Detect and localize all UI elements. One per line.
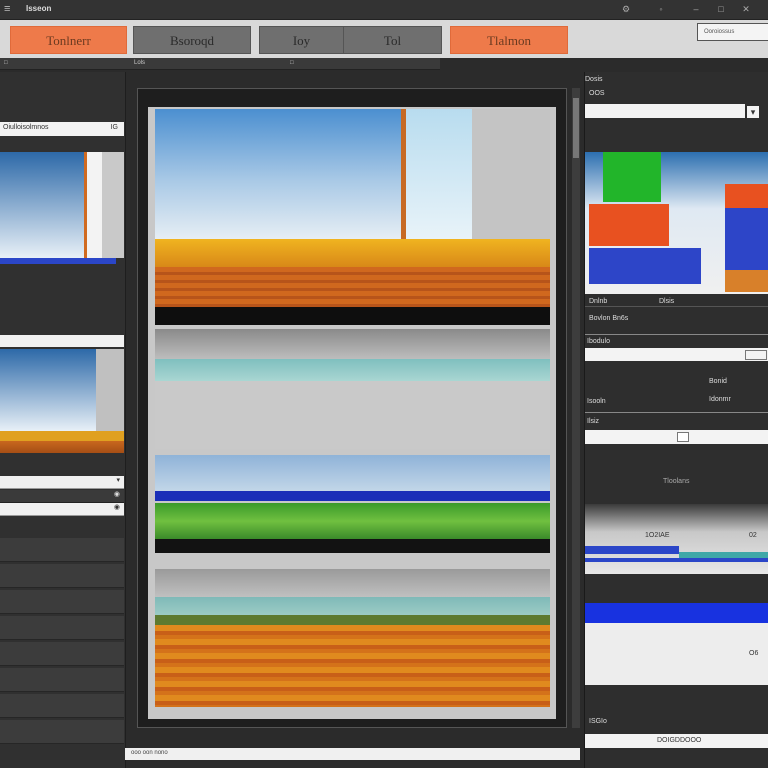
stripe-dark2 xyxy=(155,539,550,553)
subbar-item-3[interactable]: □ xyxy=(290,60,294,66)
toggle-icon[interactable] xyxy=(745,350,767,360)
wall-region xyxy=(472,109,550,239)
thumbnail-label-bar xyxy=(0,335,124,347)
toolbar-button-3[interactable]: Ioy xyxy=(259,26,344,54)
left-list-row[interactable] xyxy=(0,720,124,744)
stripe-teal xyxy=(155,359,550,381)
stripe-orange xyxy=(155,267,550,307)
toolbar-button-2[interactable]: Bsoroqd xyxy=(133,26,251,54)
subbar-item-1[interactable]: □ xyxy=(4,60,8,66)
canvas-scrollbar[interactable] xyxy=(572,88,580,728)
right-label-1: Dnlnb xyxy=(589,298,608,305)
stripe-dark xyxy=(155,307,550,325)
toolbar: Tonlnerr Bsoroqd Ioy Tol Tlalmon xyxy=(0,20,768,58)
subbar-item-2[interactable]: Lols xyxy=(134,60,145,66)
right-panel-field[interactable] xyxy=(585,104,745,118)
left-dropdown-1[interactable]: ▾ xyxy=(0,476,124,489)
right-label-7: Idonmr xyxy=(709,396,731,403)
right-label-3: Bovlon Bn6s xyxy=(589,315,629,322)
stripe-gray2 xyxy=(155,569,550,597)
dropdown-icon[interactable]: ▾ xyxy=(747,106,759,118)
left-list-row[interactable] xyxy=(0,668,124,692)
preview-blue-block-2 xyxy=(725,208,768,270)
right-label-9: Tloolans xyxy=(663,478,690,485)
right-graph xyxy=(585,504,768,574)
left-list-row[interactable] xyxy=(0,694,124,718)
minimize-icon[interactable]: – xyxy=(690,3,702,15)
checkbox[interactable] xyxy=(677,432,689,442)
right-label-5: Bonid xyxy=(709,378,727,385)
search-input[interactable]: Ooroiossus xyxy=(697,23,768,41)
left-list-row[interactable] xyxy=(0,590,124,614)
preview-blue-block xyxy=(589,248,701,284)
status-bar: ooo oon nono xyxy=(125,748,580,760)
app-menu-icon[interactable]: ≡ xyxy=(4,3,16,15)
graph-bar-blue-2 xyxy=(585,558,768,562)
right-panel-title: Dosis xyxy=(585,76,603,83)
left-dropdown-3[interactable]: ◉ xyxy=(0,503,124,516)
right-field-2[interactable] xyxy=(585,348,768,361)
help-icon[interactable]: ◦ xyxy=(655,3,667,15)
right-label-2: Dlsis xyxy=(659,298,675,305)
stripe-gray xyxy=(155,329,550,359)
title-bar: ≡ Isseon ⚙ ◦ – □ ✕ xyxy=(0,0,768,20)
right-label-4: Ibodulo xyxy=(587,338,610,345)
toolbar-button-1[interactable]: Tonlnerr xyxy=(10,26,127,54)
right-blue-bar xyxy=(585,603,768,623)
preview-green-block xyxy=(603,152,661,202)
left-panel: Oiulloisolmnos IG ▾ ◉ ◉ xyxy=(0,72,126,768)
stripe-sky2 xyxy=(155,455,550,491)
stripe-green xyxy=(155,503,550,539)
left-panel-header-badge: IG xyxy=(110,124,118,131)
thumbnail-2[interactable] xyxy=(0,349,124,459)
right-label-12: DOIGDDOOO xyxy=(657,737,702,744)
left-dropdown-2[interactable]: ◉ xyxy=(0,490,124,503)
image-canvas[interactable] xyxy=(148,107,556,719)
graph-bar-blue xyxy=(585,546,679,554)
stripe-blue xyxy=(155,491,550,501)
right-panel-field-label: OOS xyxy=(589,90,605,97)
left-panel-header-label: Oiulloisolmnos xyxy=(3,124,49,131)
right-panel: Dosis OOS ▾ Dnlnb Dlsis Bovlon Bn6s Ibod… xyxy=(584,72,768,768)
right-label-11: ISGIo xyxy=(589,718,607,725)
preview-red-block xyxy=(589,204,669,246)
left-list-row[interactable] xyxy=(0,538,124,562)
stripe-yellow xyxy=(155,239,550,267)
right-label-10: 1O2IAE xyxy=(645,532,670,539)
maximize-icon[interactable]: □ xyxy=(715,3,727,15)
stripe-light xyxy=(155,381,550,449)
toolbar-button-4[interactable]: Tol xyxy=(343,26,442,54)
left-list-row[interactable] xyxy=(0,616,124,640)
stripe-orange2 xyxy=(155,625,550,707)
left-list-row[interactable] xyxy=(0,564,124,588)
left-list-row[interactable] xyxy=(0,642,124,666)
right-label-8: Ilsiz xyxy=(587,418,600,425)
right-box xyxy=(585,623,768,685)
toolbar-button-5[interactable]: Tlalmon xyxy=(450,26,568,54)
stripe-teal2 xyxy=(155,597,550,615)
preview-orange-block xyxy=(725,270,768,292)
app-title: Isseon xyxy=(26,4,52,13)
left-panel-header: Oiulloisolmnos IG xyxy=(0,122,124,136)
sub-toolbar: □ Lols □ xyxy=(0,58,440,70)
thumbnail-1[interactable] xyxy=(0,152,124,272)
settings-icon[interactable]: ⚙ xyxy=(620,3,632,15)
right-value-2: O6 xyxy=(749,650,759,657)
stripe-olive xyxy=(155,615,550,625)
close-icon[interactable]: ✕ xyxy=(740,3,752,15)
window-pane xyxy=(406,109,472,239)
preview-red-block-2 xyxy=(725,184,768,208)
right-value-1: 02 xyxy=(749,532,757,539)
right-label-6: Isooln xyxy=(587,398,606,405)
